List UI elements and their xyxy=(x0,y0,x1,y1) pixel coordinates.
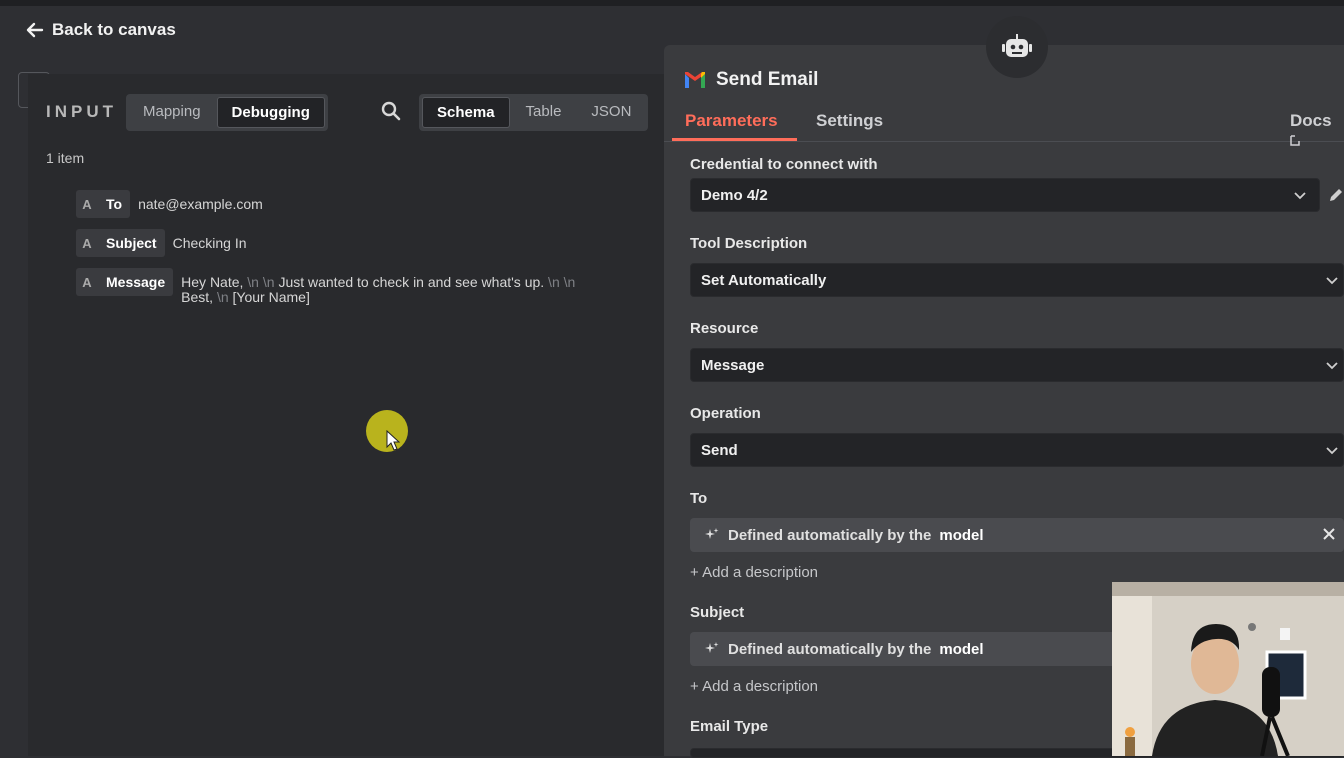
input-title: INPUT xyxy=(46,102,117,121)
field-key[interactable]: To xyxy=(98,190,131,218)
add-description-link[interactable]: + Add a description xyxy=(690,564,818,581)
auto-model-text: model xyxy=(939,640,984,658)
schema-field-subject[interactable]: A Subject Checking In xyxy=(76,229,247,257)
resource-label: Resource xyxy=(690,320,759,337)
chevron-down-icon xyxy=(1294,192,1306,200)
node-title: Send Email xyxy=(684,69,818,91)
resource-value: Message xyxy=(701,356,765,374)
robot-icon[interactable] xyxy=(986,16,1048,78)
node-tabs: Parameters Settings Docs xyxy=(664,105,1344,146)
mode-toggle: Mapping Debugging xyxy=(126,94,328,131)
tool-description-select[interactable]: Set Automatically xyxy=(690,263,1344,297)
tool-description-label: Tool Description xyxy=(690,235,808,252)
to-auto-field[interactable]: Defined automatically by the model xyxy=(690,518,1344,552)
active-tab-indicator xyxy=(672,138,797,141)
tab-json[interactable]: JSON xyxy=(577,97,645,128)
credential-label: Credential to connect with xyxy=(690,156,878,173)
node-title-text: Send Email xyxy=(716,69,819,90)
add-description-link[interactable]: + Add a description xyxy=(690,678,818,695)
email-type-label: Email Type xyxy=(690,718,769,735)
string-type-badge: A xyxy=(76,268,98,296)
string-type-badge: A xyxy=(76,229,98,257)
tab-settings[interactable]: Settings xyxy=(816,111,883,131)
close-icon[interactable] xyxy=(1322,527,1336,541)
item-count: 1 item xyxy=(46,150,85,166)
schema-field-message[interactable]: A Message Hey Nate, \n \n Just wanted to… xyxy=(76,268,581,305)
chevron-down-icon xyxy=(1326,362,1338,370)
auto-text: Defined automatically by the xyxy=(728,640,932,658)
field-value: Hey Nate, \n \n Just wanted to check in … xyxy=(181,274,576,305)
webcam-overlay xyxy=(1112,582,1344,756)
chevron-down-icon xyxy=(1326,277,1338,285)
field-value: Checking In xyxy=(172,235,247,251)
resource-select[interactable]: Message xyxy=(690,348,1344,382)
operation-label: Operation xyxy=(690,405,761,422)
back-arrow-icon xyxy=(26,22,44,38)
input-panel: INPUT Mapping Debugging Schema Table JSO… xyxy=(28,74,664,756)
to-label: To xyxy=(690,490,708,507)
mouse-pointer-icon xyxy=(386,430,400,451)
external-link-icon xyxy=(1290,135,1300,146)
operation-value: Send xyxy=(701,441,738,459)
operation-select[interactable]: Send xyxy=(690,433,1344,467)
tool-description-value: Set Automatically xyxy=(701,271,827,289)
tab-parameters[interactable]: Parameters xyxy=(685,111,778,131)
tab-table[interactable]: Table xyxy=(512,97,576,128)
search-icon[interactable] xyxy=(380,100,402,122)
chevron-down-icon xyxy=(1326,447,1338,455)
docs-link[interactable]: Docs xyxy=(1290,111,1344,151)
string-type-badge: A xyxy=(76,190,98,218)
field-value: nate@example.com xyxy=(138,196,263,212)
credential-value: Demo 4/2 xyxy=(701,186,768,204)
pencil-icon[interactable] xyxy=(1328,187,1344,203)
view-toggle: Schema Table JSON xyxy=(419,94,649,131)
auto-text: Defined automatically by the xyxy=(728,526,932,544)
sparkle-icon xyxy=(705,642,719,653)
tab-schema[interactable]: Schema xyxy=(422,97,510,128)
schema-field-to[interactable]: A To nate@example.com xyxy=(76,190,263,218)
subject-label: Subject xyxy=(690,604,745,621)
gmail-icon xyxy=(685,72,705,88)
field-key[interactable]: Message xyxy=(98,268,174,296)
auto-model-text: model xyxy=(939,526,984,544)
sparkle-icon xyxy=(705,528,719,539)
back-to-canvas-button[interactable]: Back to canvas xyxy=(26,20,176,40)
field-key[interactable]: Subject xyxy=(98,229,165,257)
top-bar xyxy=(0,0,1344,6)
tab-mapping[interactable]: Mapping xyxy=(129,97,215,128)
tab-debugging[interactable]: Debugging xyxy=(216,97,325,128)
back-to-canvas-label: Back to canvas xyxy=(52,20,176,39)
credential-select[interactable]: Demo 4/2 xyxy=(690,178,1320,212)
